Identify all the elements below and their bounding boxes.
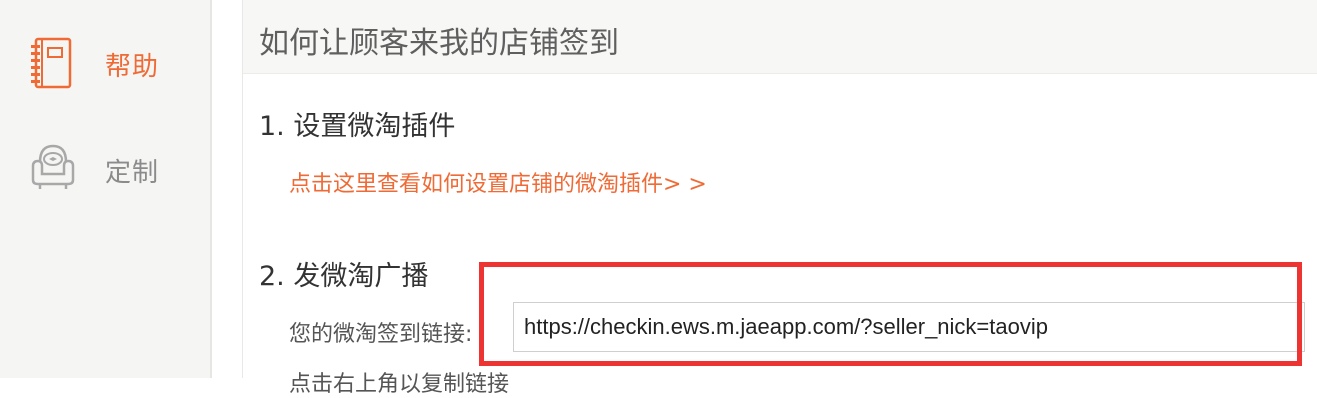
page-title: 如何让顾客来我的店铺签到	[259, 26, 619, 61]
sidebar-item-label: 定制	[105, 158, 160, 188]
armchair-icon	[28, 142, 78, 196]
sidebar-item-label: 帮助	[105, 52, 160, 82]
sidebar-divider	[210, 0, 212, 378]
sidebar-item-help[interactable]: 帮助	[0, 34, 210, 94]
panel-header: 如何让顾客来我的店铺签到	[243, 0, 1317, 74]
notebook-icon	[28, 36, 74, 96]
plugin-help-link[interactable]: 点击这里查看如何设置店铺的微淘插件> >	[289, 166, 707, 198]
sidebar: 帮助 定制	[0, 0, 210, 378]
step2-title: 2. 发微淘广播	[259, 261, 429, 292]
checkin-link-label: 您的微淘签到链接:	[289, 322, 473, 347]
checkin-link-field[interactable]	[513, 302, 1305, 352]
sidebar-item-custom[interactable]: 定制	[0, 138, 210, 198]
step1-title: 1. 设置微淘插件	[259, 111, 456, 142]
copy-hint-text: 点击右上角以复制链接	[289, 372, 510, 397]
help-panel: 如何让顾客来我的店铺签到 1. 设置微淘插件 点击这里查看如何设置店铺的微淘插件…	[242, 0, 1317, 397]
